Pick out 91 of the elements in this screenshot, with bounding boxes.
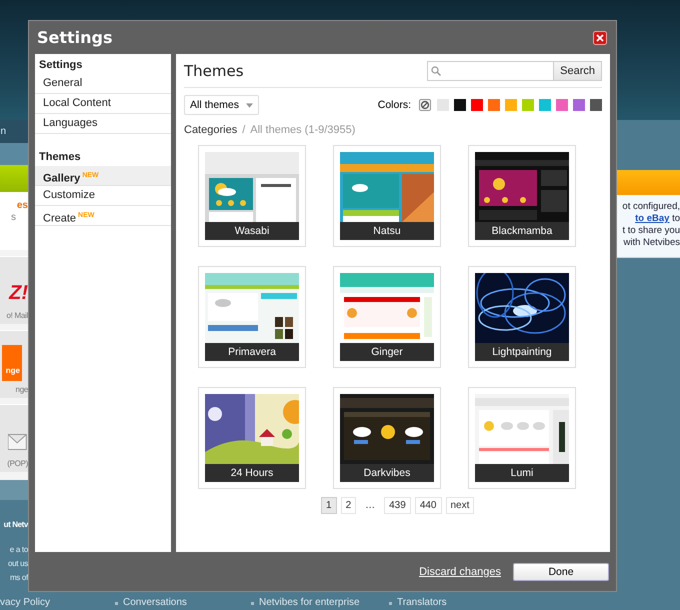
section-text: s <box>11 212 17 224</box>
breadcrumb-separator: / <box>242 124 246 136</box>
bullet-icon <box>389 602 392 604</box>
service-card[interactable]: nge nge <box>0 330 28 398</box>
theme-card[interactable]: Wasabi <box>198 145 306 247</box>
color-swatch[interactable] <box>556 99 568 111</box>
sidebar-item[interactable]: Gallery $^{NEW}$ <box>35 166 171 186</box>
color-swatch[interactable] <box>488 99 500 111</box>
page-button[interactable]: next <box>446 497 474 514</box>
sidebar-item[interactable]: Create $^{NEW}$ <box>35 206 171 226</box>
about-link[interactable]: e a to <box>10 543 28 557</box>
mail-logo: Z! <box>9 281 28 305</box>
notice-text: t to share you <box>622 225 680 237</box>
ebay-link[interactable]: to eBay <box>635 213 670 224</box>
search-icon <box>431 66 442 76</box>
service-card[interactable]: (POP) <box>0 404 28 472</box>
search-field[interactable] <box>427 60 554 80</box>
theme-name: Lightpainting <box>475 343 569 361</box>
new-label: NEW <box>78 212 94 219</box>
page-button[interactable]: 439 <box>384 497 411 514</box>
service-label: nge <box>16 385 28 394</box>
bullet-icon <box>251 602 254 604</box>
sidebar-heading: Settings <box>38 58 84 73</box>
sidebar-item[interactable]: Languages <box>35 114 171 134</box>
footer-link[interactable]: Netvibes for enterprise <box>259 596 360 610</box>
footer-stripe <box>0 480 28 500</box>
sidebar-heading: Themes <box>38 150 82 165</box>
theme-name: Blackmamba <box>475 222 569 240</box>
theme-card[interactable]: Ginger <box>333 266 441 368</box>
done-button[interactable]: Done <box>513 562 609 580</box>
theme-card[interactable]: Lightpainting <box>468 266 576 368</box>
nav-bar <box>0 143 28 165</box>
no-color-swatch[interactable] <box>418 98 432 112</box>
breadcrumb-link[interactable]: Categories <box>184 124 238 136</box>
panel-header <box>617 170 680 195</box>
service-card[interactable]: Z! o! Mail <box>0 256 28 324</box>
footer-link[interactable]: Translators <box>397 596 447 610</box>
sidebar-item[interactable]: General <box>35 74 171 94</box>
theme-dropdown[interactable]: All themes <box>184 95 260 115</box>
envelope-icon <box>8 433 28 451</box>
theme-card[interactable]: Natsu <box>333 145 441 247</box>
page-title: Themes <box>184 62 244 80</box>
theme-card[interactable]: 24 Hours <box>198 387 306 489</box>
about-heading: ut Netv <box>4 520 28 529</box>
theme-card[interactable]: Darkvibes <box>333 387 441 489</box>
window-title: Settings <box>37 28 113 47</box>
page-button[interactable]: 2 <box>340 497 356 514</box>
sidebar-item[interactable]: Local Content <box>35 94 171 114</box>
color-swatch[interactable] <box>539 99 551 111</box>
notice-text: with Netvibes <box>624 237 680 249</box>
theme-name: 24 Hours <box>205 464 299 482</box>
theme-name: Darkvibes <box>340 464 434 482</box>
section-heading: es <box>16 200 28 212</box>
notice-text: ot configured, <box>622 201 680 213</box>
theme-card[interactable]: Lumi <box>468 387 576 489</box>
page-button[interactable]: 1 <box>321 497 337 514</box>
theme-name: Lumi <box>475 464 569 482</box>
bullet-icon <box>115 602 118 604</box>
theme-name: Wasabi <box>205 222 299 240</box>
about-link[interactable]: out us <box>8 557 28 571</box>
color-swatch[interactable] <box>471 99 483 111</box>
sidebar-item[interactable]: Customize <box>35 186 171 206</box>
color-swatch[interactable] <box>505 99 517 111</box>
theme-card[interactable]: Primavera <box>198 266 306 368</box>
colors-label: Colors: <box>378 99 411 111</box>
theme-card[interactable]: Blackmamba <box>468 145 576 247</box>
page-button[interactable]: 440 <box>414 497 442 514</box>
nav-tab[interactable]: n <box>0 120 28 143</box>
breadcrumb-current: All themes (1-9/3955) <box>250 124 356 136</box>
about-link[interactable]: ms of <box>10 571 28 585</box>
footer-link[interactable]: Conversations <box>123 596 187 610</box>
discard-link[interactable]: Discard changes <box>419 566 501 578</box>
color-swatch[interactable] <box>437 99 449 111</box>
theme-name: Primavera <box>205 343 299 361</box>
notice-text: to <box>671 213 680 224</box>
color-swatch[interactable] <box>590 99 602 111</box>
mail-logo: nge <box>2 345 22 381</box>
color-swatch[interactable] <box>522 99 534 111</box>
footer-link[interactable]: vacy Policy <box>0 596 50 610</box>
close-icon[interactable] <box>593 30 607 44</box>
service-label: o! Mail <box>6 311 28 320</box>
new-label: NEW <box>82 172 99 179</box>
service-label: (POP) <box>7 459 28 468</box>
page-ellipsis: … <box>364 500 376 511</box>
theme-name: Natsu <box>340 222 434 240</box>
promo-banner <box>0 165 28 192</box>
theme-name: Ginger <box>340 343 434 361</box>
color-swatch[interactable] <box>573 99 585 111</box>
caret-icon <box>246 102 254 108</box>
color-swatch[interactable] <box>454 99 466 111</box>
search-button[interactable]: Search <box>554 60 602 80</box>
